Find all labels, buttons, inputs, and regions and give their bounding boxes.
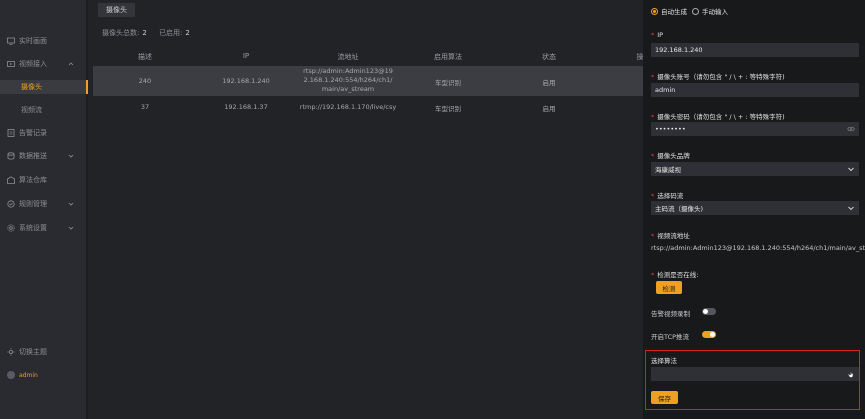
column-header-stream: 流地址 [337,53,359,61]
monitor-icon [7,37,15,45]
radio-auto-label: 自动生成 [661,8,687,16]
account-label: * 摄像头账号（请勿包含 " / \ + : 等特殊字符) [651,73,785,81]
cell-algorithm: 车型识别 [435,105,461,113]
check-online-button[interactable]: 检测 [656,281,682,294]
alarm-record-label: 告警视频录制 [651,310,690,318]
sidebar-item-live-view[interactable]: 实时画面 [0,34,88,48]
brand-select[interactable]: 海康威视 [651,162,859,176]
tab-camera[interactable]: 摄像头 [98,3,135,17]
eye-icon[interactable] [847,125,855,133]
sidebar-item-rules[interactable]: 规则管理 [0,197,88,211]
cell-stream: rtmp://192.168.1.170/live/csy [299,103,397,111]
chevron-up-icon [68,62,74,66]
video-icon [7,60,15,68]
password-input[interactable]: •••••••• [651,122,859,136]
cell-stream: rtsp://admin:Admin123@192.168.1.240:554/… [303,67,393,93]
stream-type-label: * 选择码流 [651,192,684,200]
sidebar-item-label: 实时画面 [19,37,47,45]
sidebar-item-label: 摄像头 [21,83,42,91]
theme-switch[interactable]: 切换主题 [0,345,88,359]
sidebar-item-label: 告警记录 [19,129,47,137]
sidebar-item-label: 系统设置 [19,224,47,232]
sidebar-item-label: 视频接入 [19,60,47,68]
generation-mode: 自动生成 手动输入 [651,6,728,16]
chevron-down-icon [68,202,74,206]
stream-url-label: * 视频流地址 [651,232,690,240]
rules-icon [7,200,15,208]
tab-label: 摄像头 [106,6,127,14]
table-header: 描述 IP 流地址 启用算法 状态 操 [93,48,644,64]
sidebar-item-camera[interactable]: 摄像头 [0,80,88,94]
database-icon [7,152,15,160]
sidebar-item-system-settings[interactable]: 系统设置 [0,221,88,235]
sidebar-item-data-push[interactable]: 数据推送 [0,149,88,163]
theme-switch-label: 切换主题 [19,348,47,356]
sidebar-item-alarm-records[interactable]: 告警记录 [0,126,88,140]
settings-icon [7,224,15,232]
ip-input[interactable]: 192.168.1.240 [651,43,859,57]
table-row[interactable]: 37 192.168.1.37 rtmp://192.168.1.170/liv… [93,96,643,118]
alarm-record-toggle[interactable] [702,308,716,315]
sidebar-item-label: 规则管理 [19,200,47,208]
sun-icon [7,348,15,356]
column-header-ip: IP [242,52,250,60]
sidebar-item-algorithm-warehouse[interactable]: 算法仓库 [0,173,88,187]
account-input[interactable]: admin [651,83,859,97]
ip-label: * IP [651,31,664,39]
cell-status: 启用 [542,105,556,113]
enabled-count: 2 [185,29,190,37]
column-header-desc: 描述 [138,53,152,61]
warehouse-icon [7,176,15,184]
column-header-status: 状态 [542,53,556,61]
tcp-push-label: 开启TCP推流 [651,333,690,341]
brand-label: * 摄像头品牌 [651,152,690,160]
table-row[interactable]: 240 192.168.1.240 rtsp://admin:Admin123@… [93,66,643,96]
user-name: admin [19,371,38,379]
column-header-algorithm: 启用算法 [434,53,462,61]
main-content: 摄像头 摄像头总数: 2 已启用: 2 描述 IP 流地址 启用算法 状态 操 24… [90,0,644,419]
sidebar-item-label: 视频流 [21,106,42,114]
enabled-label: 已启用: [159,29,183,37]
camera-summary: 摄像头总数: 2 已启用: 2 [102,28,200,38]
radio-manual[interactable] [692,7,699,15]
cell-algorithm: 车型识别 [435,79,461,87]
chevron-down-icon [68,226,74,230]
tcp-push-toggle[interactable] [702,331,716,338]
avatar [7,371,15,379]
password-label: * 摄像头密码（请勿包含 " / \ + : 等特殊字符) [651,113,785,121]
sidebar-item-video-stream[interactable]: 视频流 [0,103,88,117]
cell-status: 启用 [542,79,556,87]
total-count: 2 [142,29,147,37]
user-menu[interactable]: admin [0,368,88,382]
cell-desc: 37 [140,103,150,111]
stream-type-select[interactable]: 主码流（摄像头) [651,201,859,215]
chevron-down-icon [848,167,854,172]
chevron-down-icon [68,154,74,158]
cell-ip: 192.168.1.37 [224,103,268,111]
sidebar-item-label: 数据推送 [19,152,47,160]
sidebar-item-video-access[interactable]: 视频接入 [0,57,88,71]
record-icon [7,129,15,137]
cell-desc: 240 [138,77,152,85]
cell-ip: 192.168.1.240 [222,77,270,85]
chevron-down-icon [848,206,854,211]
radio-auto[interactable] [651,7,658,15]
online-check-label: * 检测是否在线: [651,271,699,279]
stream-url-input[interactable]: rtsp://admin:Admin123@192.168.1.240:554/… [651,241,865,255]
sidebar: 实时画面 视频接入 摄像头 视频流 告警记录 数据推送 算法仓库 规则管理 系统… [0,0,88,419]
radio-manual-label: 手动输入 [702,8,728,16]
algorithm-highlight-box [645,350,860,410]
sidebar-item-label: 算法仓库 [19,176,47,184]
total-label: 摄像头总数: [102,29,140,37]
